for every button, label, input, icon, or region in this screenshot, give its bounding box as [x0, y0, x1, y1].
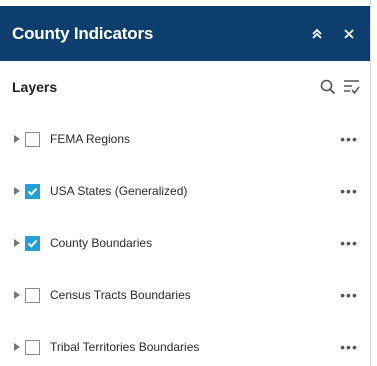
layer-item: FEMA Regions ••• [0, 113, 370, 165]
search-icon [320, 79, 336, 95]
layer-checkbox[interactable] [25, 131, 40, 147]
layer-item: Tribal Territories Boundaries ••• [0, 321, 370, 366]
more-options-button[interactable]: ••• [338, 236, 360, 250]
layer-checkbox[interactable] [25, 235, 40, 251]
layer-item: Census Tracts Boundaries ••• [0, 269, 370, 321]
layer-checkbox[interactable] [25, 183, 40, 199]
layer-label: FEMA Regions [50, 132, 131, 146]
layer-label: County Boundaries [50, 236, 153, 250]
close-icon [344, 28, 354, 39]
layer-list-panel: County Indicators Layers FEMA Regions ••… [0, 0, 371, 366]
layer-label: Census Tracts Boundaries [50, 288, 191, 302]
caret-right-icon [14, 239, 20, 247]
more-options-button[interactable]: ••• [338, 184, 360, 198]
caret-right-icon [14, 187, 20, 195]
layer-list: FEMA Regions ••• USA States (Generalized… [0, 113, 370, 366]
checkmark-icon [27, 239, 38, 248]
expand-button[interactable] [12, 184, 22, 198]
layer-item: USA States (Generalized) ••• [0, 165, 370, 217]
expand-button[interactable] [12, 288, 22, 302]
panel-title: County Indicators [12, 23, 154, 43]
layer-checkbox[interactable] [25, 287, 40, 303]
caret-right-icon [14, 291, 20, 299]
expand-button[interactable] [12, 236, 22, 250]
panel-header: County Indicators [0, 6, 370, 61]
layers-toolbar: Layers [0, 61, 370, 113]
more-options-button[interactable]: ••• [338, 132, 360, 146]
search-button[interactable] [318, 77, 338, 97]
expand-button[interactable] [12, 340, 22, 354]
filter-button[interactable] [342, 77, 362, 97]
layer-item: County Boundaries ••• [0, 217, 370, 269]
layer-label: Tribal Territories Boundaries [50, 340, 200, 354]
filter-list-icon [344, 80, 360, 95]
layers-heading: Layers [12, 79, 58, 95]
more-options-button[interactable]: ••• [338, 288, 360, 302]
layer-checkbox[interactable] [25, 339, 40, 355]
double-chevron-up-icon [312, 28, 322, 39]
caret-right-icon [14, 343, 20, 351]
caret-right-icon [14, 135, 20, 143]
checkmark-icon [27, 187, 38, 196]
collapse-button[interactable] [306, 23, 328, 45]
expand-button[interactable] [12, 132, 22, 146]
more-options-button[interactable]: ••• [338, 340, 360, 354]
close-button[interactable] [338, 23, 360, 45]
layer-label: USA States (Generalized) [50, 184, 188, 198]
